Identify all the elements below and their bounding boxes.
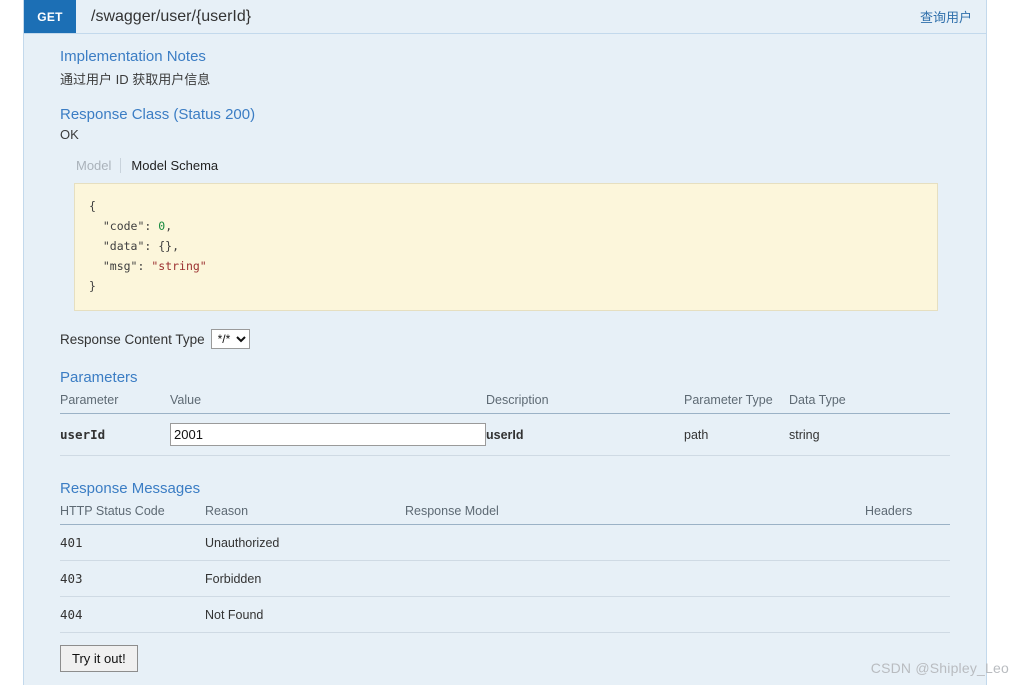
operation-panel: GET /swagger/user/{userId} 查询用户 Implemen… [23, 0, 987, 685]
parameters-col-value: Value [170, 390, 486, 414]
response-message-row: 403 Forbidden [60, 560, 950, 597]
schema-line: "msg": "string" [89, 259, 207, 273]
tab-model-schema[interactable]: Model Schema [121, 158, 218, 173]
schema-line: "code": 0, [89, 219, 173, 233]
response-headers [865, 560, 950, 597]
response-model [405, 524, 865, 561]
response-content-type-row: Response Content Type */* [60, 329, 950, 349]
response-reason: Unauthorized [205, 524, 405, 561]
parameters-col-data-type: Data Type [789, 390, 950, 414]
response-messages-body: 401 Unauthorized 403 Forbidden 404 Not Found [60, 524, 950, 633]
watermark: CSDN @Shipley_Leo [870, 660, 1009, 676]
model-tabs: Model Model Schema [76, 158, 950, 173]
operation-path[interactable]: /swagger/user/{userId} [76, 0, 920, 33]
parameter-data-type: string [789, 413, 950, 456]
response-headers [865, 596, 950, 633]
response-class-heading: Response Class (Status 200) [60, 106, 256, 123]
response-model [405, 596, 865, 633]
response-model [405, 560, 865, 597]
parameter-row: userIduserIdpathstring [60, 413, 950, 456]
schema-open-brace: { [89, 199, 96, 213]
operation-content: Implementation Notes 通过用户 ID 获取用户信息 Resp… [24, 48, 986, 672]
implementation-notes-text: 通过用户 ID 获取用户信息 [60, 72, 211, 87]
response-messages-heading: Response Messages [60, 480, 201, 497]
schema-lines: "code": 0, "data": {}, "msg": "string" [89, 219, 207, 273]
schema-line: "data": {}, [89, 239, 180, 253]
response-reason: Forbidden [205, 560, 405, 597]
schema-close-brace: } [89, 279, 96, 293]
operation-body: Implementation Notes 通过用户 ID 获取用户信息 Resp… [24, 34, 986, 685]
model-schema-box: { "code": 0, "data": {}, "msg": "string"… [74, 183, 938, 311]
response-content-type-label: Response Content Type [60, 331, 205, 347]
response-status-code: 404 [60, 596, 205, 633]
swagger-operation-page: GET /swagger/user/{userId} 查询用户 Implemen… [0, 0, 1023, 685]
implementation-notes-heading: Implementation Notes [60, 48, 206, 65]
response-content-type-select[interactable]: */* [210, 329, 250, 349]
parameter-value-cell [170, 413, 486, 456]
try-it-out-wrap: Try it out! [60, 645, 950, 672]
parameter-description: userId [486, 413, 684, 456]
response-messages-col-reason: Reason [205, 501, 405, 525]
try-it-out-button[interactable]: Try it out! [60, 645, 138, 672]
parameters-col-parameter-type: Parameter Type [684, 390, 789, 414]
response-messages-col-status: HTTP Status Code [60, 501, 205, 525]
parameters-col-description: Description [486, 390, 684, 414]
parameters-table: Parameter Value Description Parameter Ty… [60, 390, 950, 456]
parameters-col-parameter: Parameter [60, 390, 170, 414]
response-messages-header-row: HTTP Status Code Reason Response Model H… [60, 501, 950, 525]
response-class-status-text: OK [60, 127, 79, 142]
operation-heading[interactable]: GET /swagger/user/{userId} 查询用户 [24, 0, 986, 34]
model-schema-code: { "code": 0, "data": {}, "msg": "string"… [89, 196, 923, 296]
response-headers [865, 524, 950, 561]
parameter-value-input[interactable] [170, 423, 486, 446]
response-reason: Not Found [205, 596, 405, 633]
response-messages-col-model: Response Model [405, 501, 865, 525]
parameters-body: userIduserIdpathstring [60, 413, 950, 456]
response-status-code: 403 [60, 560, 205, 597]
parameters-heading: Parameters [60, 369, 138, 386]
response-messages-col-headers: Headers [865, 501, 950, 525]
response-messages-table: HTTP Status Code Reason Response Model H… [60, 501, 950, 633]
response-status-code: 401 [60, 524, 205, 561]
parameter-type: path [684, 413, 789, 456]
operation-summary[interactable]: 查询用户 [920, 0, 986, 33]
parameter-name: userId [60, 413, 170, 456]
parameters-header-row: Parameter Value Description Parameter Ty… [60, 390, 950, 414]
tab-model[interactable]: Model [76, 158, 122, 173]
response-message-row: 404 Not Found [60, 596, 950, 633]
http-method-badge: GET [24, 0, 76, 33]
response-message-row: 401 Unauthorized [60, 524, 950, 561]
